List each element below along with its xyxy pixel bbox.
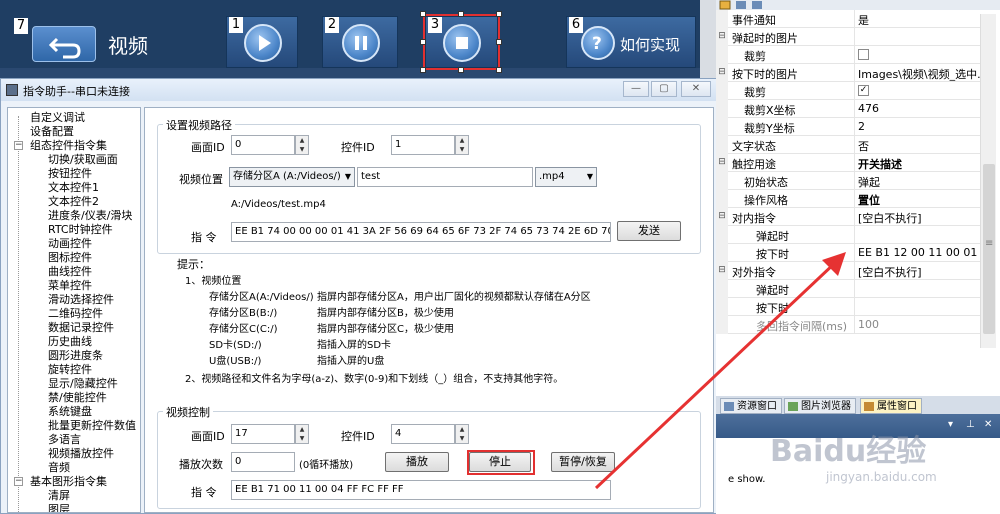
annotation-arrow	[594, 252, 846, 490]
